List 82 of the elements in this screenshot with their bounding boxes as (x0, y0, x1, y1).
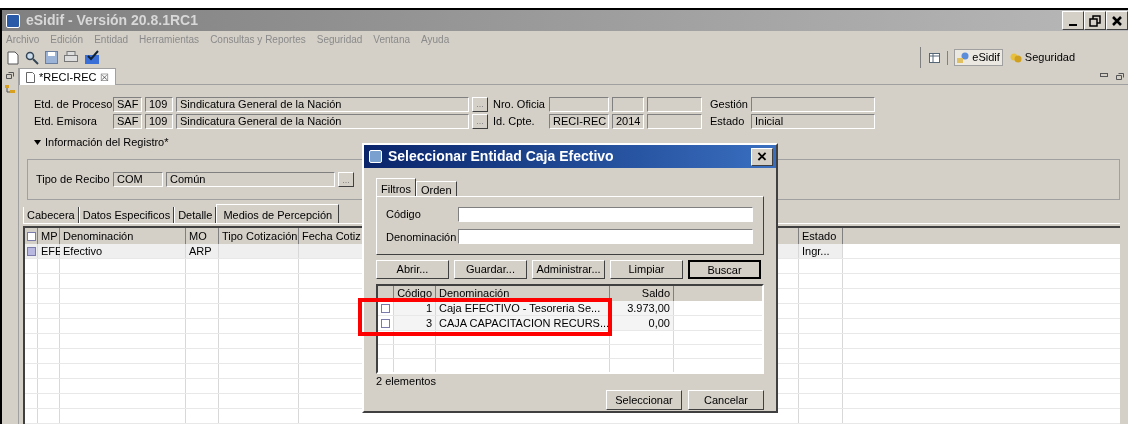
caret-down-icon[interactable] (34, 139, 41, 145)
window-title: eSidif - Versión 20.8.1RC1 (26, 11, 198, 30)
document-icon (26, 71, 35, 83)
tab[interactable]: Filtros (376, 178, 416, 196)
select-all-checkbox[interactable] (26, 231, 36, 241)
dialog-button[interactable]: Cancelar (688, 390, 764, 410)
table-cell: 0,00 (610, 316, 674, 330)
action-button[interactable]: Limpiar (610, 260, 683, 279)
row-checkbox[interactable] (381, 318, 390, 328)
close-button[interactable]: × (751, 147, 773, 166)
reference-field[interactable] (612, 96, 644, 112)
value-field[interactable]: Inicial (751, 113, 875, 129)
code-field[interactable]: 109 (145, 113, 173, 129)
app-icon (369, 150, 382, 163)
field-label: Gestión (710, 96, 748, 112)
dialog-button[interactable]: Seleccionar (606, 390, 682, 410)
action-button[interactable]: Abrir... (376, 260, 449, 279)
restore-button[interactable] (1084, 11, 1106, 30)
table-cell: 3 (394, 316, 436, 330)
editor-tab[interactable]: *RECI-REC ☒ (19, 68, 117, 85)
field-label: Etd. Emisora (34, 113, 98, 129)
column-header[interactable]: Denominación (436, 286, 610, 301)
minimize-button[interactable] (1062, 11, 1084, 30)
value-field[interactable] (751, 96, 875, 112)
action-button[interactable]: Buscar (688, 260, 761, 279)
field-label: Denominación (386, 229, 458, 245)
perspective-button[interactable]: Seguridad (1006, 49, 1078, 66)
tab-close-icon[interactable]: ☒ (100, 69, 110, 85)
reference-field[interactable]: RECI-REC (549, 113, 609, 129)
close-button[interactable] (1106, 11, 1128, 30)
field-label: Código (386, 207, 422, 222)
hierarchy-icon[interactable] (5, 85, 15, 94)
restore-icon[interactable] (6, 72, 14, 79)
dialog-title: Seleccionar Entidad Caja Efectivo (388, 147, 614, 166)
code-field[interactable]: 109 (145, 96, 173, 112)
open-perspective-icon[interactable] (929, 52, 942, 63)
code-field[interactable]: COM (113, 172, 163, 187)
action-button[interactable]: Administrar... (532, 260, 605, 279)
reference-field[interactable] (647, 96, 702, 112)
app-icon (6, 13, 20, 28)
column-header[interactable]: Código (394, 286, 436, 301)
status-text: 2 elementos (376, 374, 437, 388)
row-checkbox[interactable] (26, 246, 36, 256)
save-icon[interactable] (45, 51, 58, 64)
search-icon[interactable] (25, 50, 39, 65)
name-field[interactable]: Sindicatura General de la Nación (176, 96, 469, 112)
tab[interactable]: Orden (415, 181, 457, 196)
reference-field[interactable] (647, 113, 702, 129)
print-icon[interactable] (64, 51, 78, 64)
section-title[interactable]: Información del Registro* (45, 133, 169, 151)
table-cell: Ingr... (799, 244, 843, 258)
maximize-view-icon[interactable] (1116, 73, 1124, 80)
tab[interactable]: Datos Especificos (78, 207, 175, 223)
close-icon (1111, 14, 1123, 27)
table-cell: Efectivo (60, 244, 186, 258)
field-label: Tipo de Recibo (36, 172, 110, 188)
restore-icon (1089, 14, 1101, 27)
new-file-icon[interactable] (7, 50, 19, 65)
row-checkbox[interactable] (381, 303, 390, 313)
reference-field[interactable]: 2014 (612, 113, 644, 129)
tab[interactable]: Cabecera (23, 207, 79, 223)
minimize-icon (1069, 23, 1077, 26)
field-label: Nro. Oficia (493, 96, 546, 112)
action-button[interactable]: Guardar... (454, 260, 527, 279)
perspective-button[interactable]: eSidif (954, 49, 1003, 66)
input-field[interactable] (458, 206, 753, 222)
reference-field[interactable] (549, 96, 609, 112)
checklist-icon[interactable] (84, 50, 100, 65)
tab[interactable]: Detalle (174, 207, 217, 223)
field-label: Id. Cpte. (493, 113, 536, 129)
field-label: Estado (710, 113, 746, 129)
minimize-view-icon[interactable] (1100, 73, 1108, 77)
name-field[interactable]: Común (166, 172, 335, 187)
field-label: Etd. de Proceso (34, 96, 110, 112)
type-field[interactable]: SAF (113, 113, 142, 129)
type-field[interactable]: SAF (113, 96, 142, 112)
tab[interactable]: Medios de Percepción (216, 204, 340, 223)
table-cell: 3.973,00 (610, 301, 674, 315)
name-field[interactable]: Sindicatura General de la Nación (176, 113, 469, 129)
input-field[interactable] (458, 229, 753, 245)
table-cell: CAJA CAPACITACION RECURS... (436, 316, 610, 330)
table-cell: ARP (186, 244, 219, 258)
